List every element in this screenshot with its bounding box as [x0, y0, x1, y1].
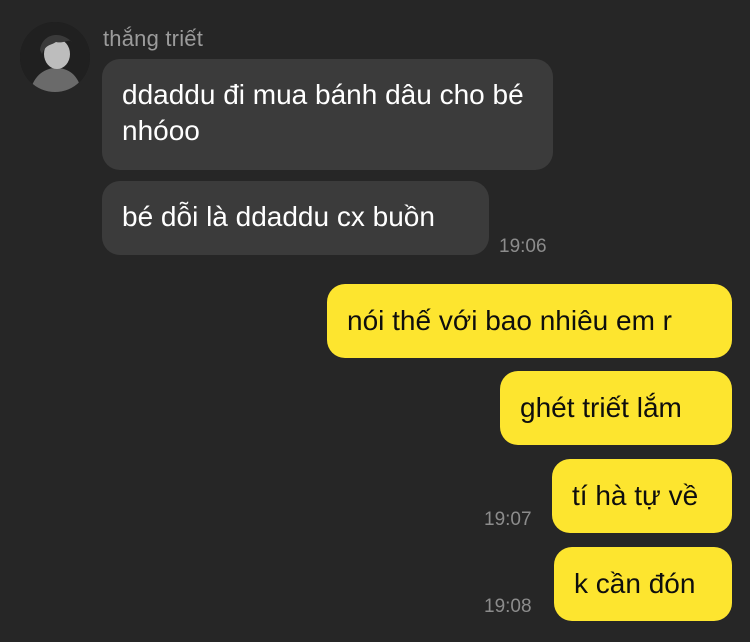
- outgoing-message-bubble[interactable]: tí hà tự về: [552, 459, 732, 533]
- chat-view: thắng triết ddaddu đi mua bánh dâu cho b…: [0, 0, 750, 642]
- outgoing-message-bubble[interactable]: nói thế với bao nhiêu em r: [327, 284, 732, 358]
- sender-name: thắng triết: [103, 26, 204, 51]
- message-text: ddaddu đi mua bánh dâu cho bé nhóoo: [122, 79, 524, 146]
- message-text: tí hà tự về: [572, 480, 699, 511]
- message-text: ghét triết lắm: [520, 392, 682, 423]
- message-text: bé dỗi là ddaddu cx buồn: [122, 201, 435, 232]
- message-text: k cần đón: [574, 568, 696, 599]
- incoming-message-bubble[interactable]: ddaddu đi mua bánh dâu cho bé nhóoo: [102, 59, 553, 170]
- message-timestamp: 19:06: [499, 236, 547, 257]
- message-text: nói thế với bao nhiêu em r: [347, 305, 672, 336]
- outgoing-message-bubble[interactable]: k cần đón: [554, 547, 732, 621]
- message-timestamp: 19:08: [484, 596, 532, 617]
- user-avatar-icon[interactable]: [20, 22, 90, 92]
- incoming-message-bubble[interactable]: bé dỗi là ddaddu cx buồn: [102, 181, 489, 255]
- message-timestamp: 19:07: [484, 509, 532, 530]
- outgoing-message-bubble[interactable]: ghét triết lắm: [500, 371, 732, 445]
